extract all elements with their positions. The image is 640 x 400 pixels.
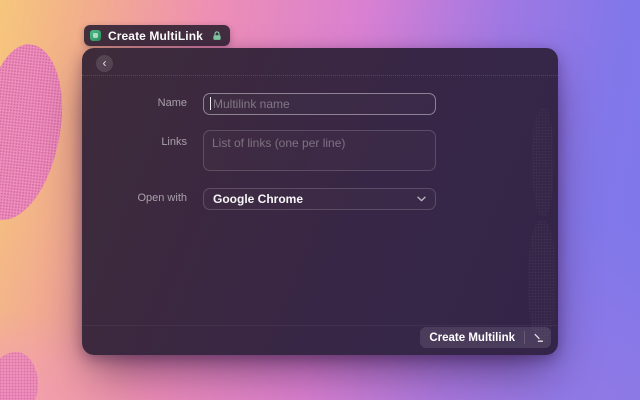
multilink-app-icon (90, 30, 101, 41)
window-texture (528, 220, 556, 342)
toast-label: Create MultiLink (108, 29, 203, 43)
window-texture (532, 108, 554, 216)
links-textarea[interactable] (203, 130, 436, 171)
background-blob (0, 352, 38, 400)
name-input[interactable] (203, 93, 436, 115)
open-with-select[interactable]: Google Chrome (203, 188, 436, 210)
chevron-down-icon (417, 196, 426, 202)
create-multilink-button[interactable]: Create Multilink (420, 327, 551, 348)
lock-icon (211, 30, 223, 42)
header-divider (82, 75, 558, 76)
text-caret (210, 97, 211, 110)
back-button[interactable]: ‹ (96, 55, 113, 72)
raycast-window: ‹ Name Links Open with Google Chrome Cre… (82, 48, 558, 355)
name-field-wrapper (203, 93, 436, 115)
create-multilink-toast: Create MultiLink (84, 25, 230, 46)
background-blob (0, 41, 69, 226)
create-button-label: Create Multilink (420, 332, 524, 344)
open-with-value: Google Chrome (213, 192, 303, 206)
open-with-label: Open with (82, 192, 187, 204)
name-label: Name (82, 97, 187, 109)
chevron-left-icon: ‹ (103, 57, 107, 69)
links-label: Links (82, 136, 187, 148)
desktop-background: Create MultiLink ‹ Name Links Open with … (0, 0, 640, 400)
enter-key-icon (525, 333, 551, 343)
action-bar: Create Multilink (82, 325, 558, 355)
